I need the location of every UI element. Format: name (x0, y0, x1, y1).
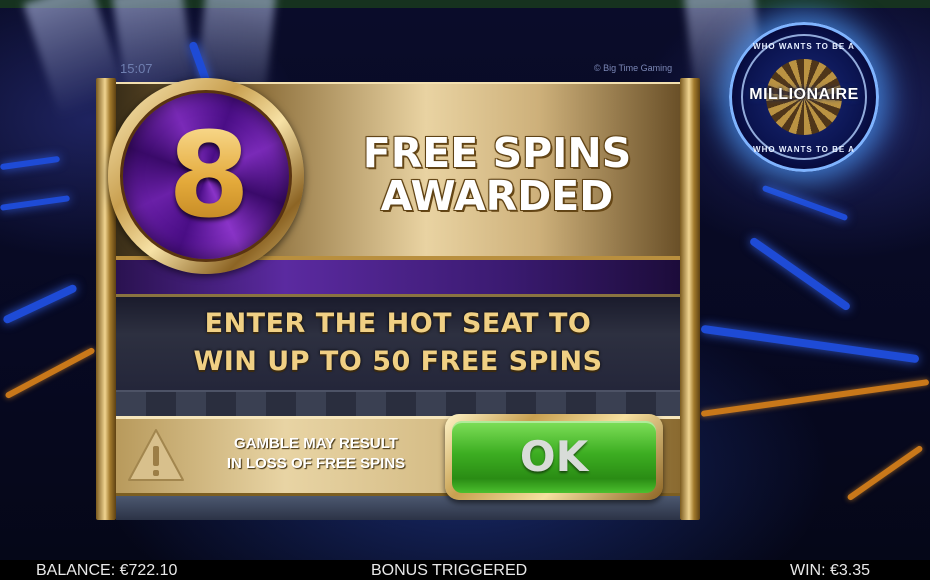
promo-line-1: ENTER THE HOT SEAT TO (204, 308, 592, 339)
stage-rail (0, 195, 71, 211)
ok-button[interactable]: OK (445, 414, 663, 500)
warning-line-2: IN LOSS OF FREE SPINS (226, 455, 406, 472)
copyright-text: © Big Time Gaming (594, 63, 673, 73)
game-stage: 15:07 © Big Time Gaming WHO WANTS TO BE … (0, 0, 930, 560)
medallion-face: 8 (120, 90, 292, 262)
logo-top-text: WHO WANTS TO BE A (753, 42, 855, 51)
status-bar: BALANCE: €722.10 BONUS TRIGGERED WIN: €3… (0, 560, 930, 580)
free-spins-awarded-title: FREE SPINS AWARDED (324, 132, 670, 218)
awarded-line-2: AWARDED (380, 172, 614, 220)
stage-rail (846, 444, 924, 502)
gamble-warning-text: GAMBLE MAY RESULT IN LOSS OF FREE SPINS (196, 434, 436, 474)
balance-display: BALANCE: €722.10 (36, 562, 178, 579)
spins-count: 8 (123, 105, 295, 245)
stage-rail (700, 324, 920, 364)
ok-button-face[interactable]: OK (452, 421, 656, 493)
free-spins-dialog: 8 FREE SPINS AWARDED ENTER THE HOT SEAT … (96, 78, 700, 520)
dialog-grid-band (116, 390, 680, 416)
logo-bottom-text: WHO WANTS TO BE A (753, 145, 855, 154)
win-display: WIN: €3.35 (790, 562, 871, 579)
stage-rail (700, 379, 930, 417)
stage-rail (0, 155, 61, 171)
warning-triangle-icon (128, 429, 184, 481)
dialog-right-pillar (680, 78, 700, 520)
hot-seat-promo: ENTER THE HOT SEAT TO WIN UP TO 50 FREE … (116, 294, 680, 381)
stage-rail (2, 283, 78, 325)
clock: 15:07 (120, 61, 153, 76)
warning-line-1: GAMBLE MAY RESULT (234, 435, 398, 452)
promo-line-2: WIN UP TO 50 FREE SPINS (193, 346, 603, 377)
bonus-status: BONUS TRIGGERED (371, 562, 528, 579)
spins-medallion: 8 (108, 78, 304, 274)
stage-rail (748, 236, 852, 312)
stage-rail (761, 184, 849, 222)
millionaire-logo: WHO WANTS TO BE A MILLIONAIRE WHO WANTS … (729, 22, 879, 172)
awarded-line-1: FREE SPINS (362, 129, 632, 177)
stage-rail (4, 346, 96, 400)
logo-main-text: MILLIONAIRE (749, 86, 859, 103)
ok-button-label[interactable]: OK (452, 421, 656, 493)
